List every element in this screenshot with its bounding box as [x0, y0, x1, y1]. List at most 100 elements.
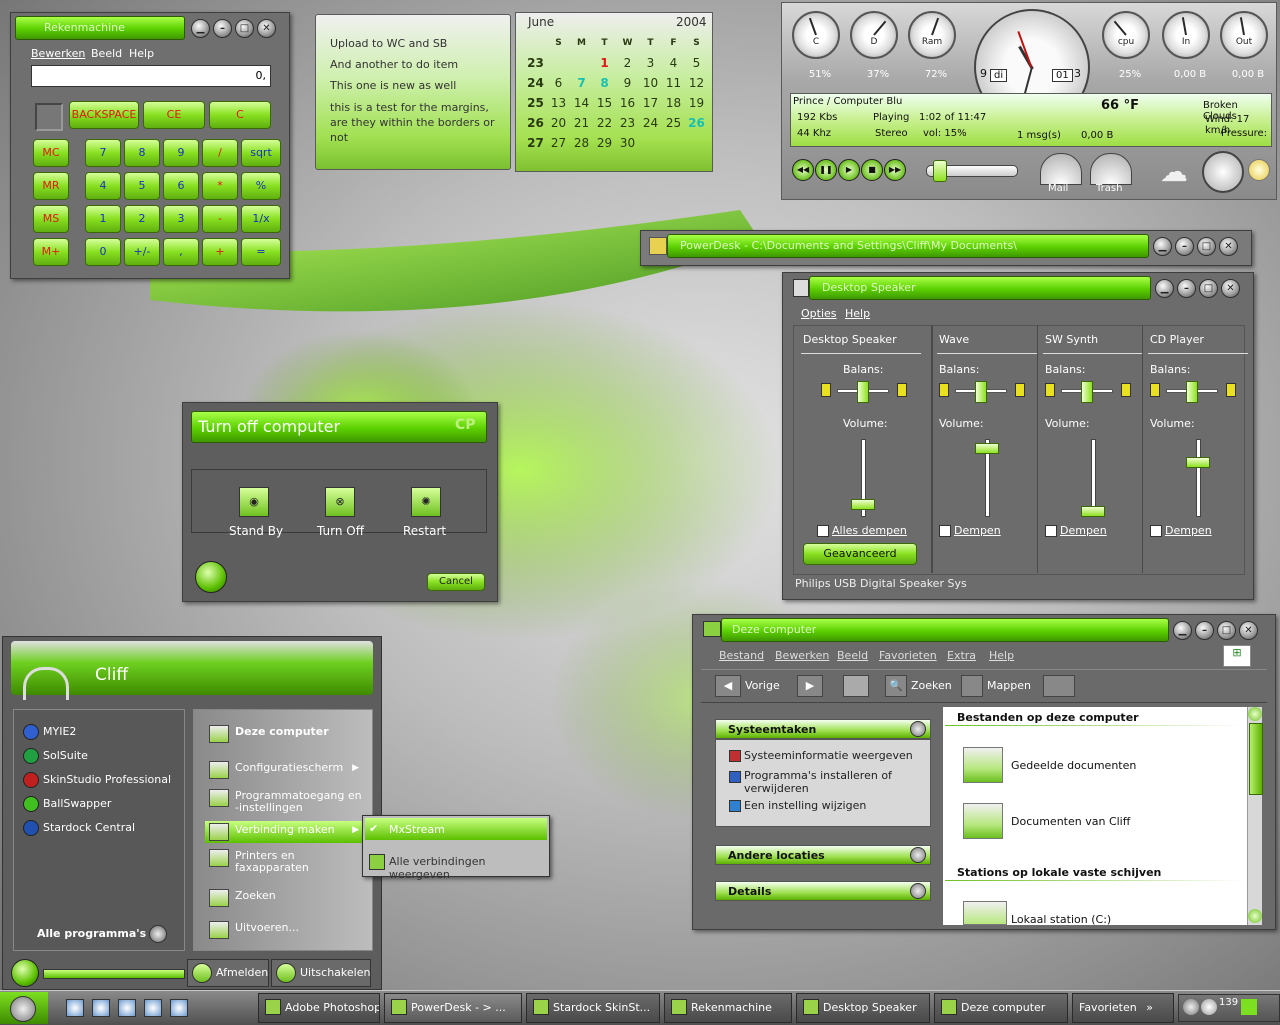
- key-button[interactable]: +: [202, 238, 238, 266]
- calendar-day[interactable]: 28: [570, 133, 593, 153]
- calendar-day[interactable]: [685, 133, 708, 153]
- turnoff-icon[interactable]: ⊗: [325, 487, 355, 517]
- menu-opties[interactable]: Opties: [801, 307, 837, 320]
- checkbox-box[interactable]: [1150, 525, 1162, 537]
- menu-favorieten[interactable]: Favorieten: [879, 649, 937, 662]
- scroll-thumb[interactable]: [1249, 723, 1263, 795]
- key-button[interactable]: 5: [124, 172, 160, 200]
- calendar-day[interactable]: 12: [685, 73, 708, 93]
- program-item[interactable]: SolSuite: [21, 747, 179, 765]
- close-icon[interactable]: ✕: [1221, 279, 1240, 298]
- details-header[interactable]: Details: [715, 881, 931, 901]
- taskbar-button[interactable]: Deze computer: [934, 993, 1068, 1023]
- calendar-day[interactable]: 5: [685, 53, 708, 73]
- calendar-day[interactable]: 14: [570, 93, 593, 113]
- key-button[interactable]: 6: [163, 172, 199, 200]
- calendar-day[interactable]: [570, 53, 593, 73]
- key-button[interactable]: 8: [124, 139, 160, 167]
- collapse-icon[interactable]: [910, 721, 926, 737]
- mail-gauge-icon[interactable]: [1040, 153, 1082, 185]
- key-button[interactable]: 0: [85, 238, 121, 266]
- place-item[interactable]: Deze computer: [205, 723, 371, 745]
- mc-button[interactable]: MC: [33, 139, 69, 167]
- expand-icon[interactable]: [910, 847, 926, 863]
- ce-button[interactable]: CE: [143, 101, 205, 129]
- close-icon[interactable]: ✕: [1239, 621, 1258, 640]
- start-button[interactable]: [0, 992, 48, 1024]
- menu-bewerken[interactable]: Bewerken: [775, 649, 829, 662]
- volume-slider-knob[interactable]: [933, 160, 947, 182]
- all-programs-arrow-icon[interactable]: [149, 925, 167, 943]
- key-button[interactable]: 1/x: [241, 205, 281, 233]
- place-item[interactable]: Uitvoeren...: [205, 919, 371, 941]
- maximize-icon[interactable]: □: [1197, 237, 1216, 256]
- mplus-button[interactable]: M+: [33, 238, 69, 266]
- scroll-down-icon[interactable]: [1248, 909, 1262, 923]
- restart-label[interactable]: Restart: [403, 524, 446, 538]
- calendar-day[interactable]: 17: [639, 93, 662, 113]
- balance-knob[interactable]: [975, 381, 987, 403]
- calendar-day[interactable]: 9: [616, 73, 639, 93]
- balance-knob[interactable]: [1186, 381, 1198, 403]
- maximize-icon[interactable]: □: [235, 19, 254, 38]
- taskbar-button[interactable]: Stardock SkinSt...: [526, 993, 660, 1023]
- checkbox-box[interactable]: [939, 525, 951, 537]
- calendar-day[interactable]: 2: [616, 53, 639, 73]
- stop-icon[interactable]: ■: [861, 159, 883, 181]
- folder-shared-docs[interactable]: Gedeelde documenten: [961, 745, 1231, 785]
- menu-extra[interactable]: Extra: [947, 649, 976, 662]
- calendar-day[interactable]: 23: [616, 113, 639, 133]
- key-button[interactable]: /: [202, 139, 238, 167]
- calendar-day[interactable]: 22: [593, 113, 616, 133]
- calendar-day[interactable]: 25: [662, 113, 685, 133]
- restart-icon[interactable]: ✺: [411, 487, 441, 517]
- window-icon[interactable]: [144, 999, 162, 1017]
- calendar-day[interactable]: 16: [616, 93, 639, 113]
- mute-checkbox[interactable]: Dempen: [939, 524, 1001, 537]
- calendar-day[interactable]: 30: [616, 133, 639, 153]
- taskbar-button[interactable]: PowerDesk - > ...: [384, 993, 522, 1023]
- place-item[interactable]: Verbinding maken ▶: [205, 821, 371, 843]
- menu-help[interactable]: Help: [989, 649, 1014, 662]
- calendar-day[interactable]: 20: [547, 113, 570, 133]
- calendar-day[interactable]: 7: [570, 73, 593, 93]
- key-button[interactable]: 3: [163, 205, 199, 233]
- calendar-day[interactable]: 8: [593, 73, 616, 93]
- backspace-button[interactable]: BACKSPACE: [69, 101, 139, 129]
- favorites-toolbar[interactable]: Favorieten »: [1072, 993, 1174, 1023]
- task-system-info[interactable]: Systeeminformatie weergeven: [729, 749, 919, 762]
- vertical-scrollbar[interactable]: [1247, 707, 1263, 925]
- key-button[interactable]: =: [241, 238, 281, 266]
- key-button[interactable]: -: [202, 205, 238, 233]
- expand-icon[interactable]: [910, 883, 926, 899]
- close-icon[interactable]: ✕: [257, 19, 276, 38]
- task-change-setting[interactable]: Een instelling wijzigen: [729, 799, 919, 812]
- place-item[interactable]: Zoeken: [205, 887, 371, 909]
- calendar-day[interactable]: 19: [685, 93, 708, 113]
- up-folder-icon[interactable]: [843, 675, 869, 697]
- logoff-button[interactable]: Afmelden: [187, 959, 269, 987]
- standby-icon[interactable]: ◉: [239, 487, 269, 517]
- taskbar-button[interactable]: Adobe Photoshop: [258, 993, 380, 1023]
- system-tasks-header[interactable]: Systeemtaken: [715, 719, 931, 739]
- key-button[interactable]: sqrt: [241, 139, 281, 167]
- drive-c[interactable]: Lokaal station (C:): [961, 899, 1231, 926]
- calendar-day[interactable]: 13: [547, 93, 570, 113]
- volume-knob[interactable]: [1186, 457, 1210, 468]
- mute-checkbox[interactable]: Alles dempen: [817, 524, 907, 537]
- taskbar-button[interactable]: Desktop Speaker: [796, 993, 930, 1023]
- taskbar-button[interactable]: Rekenmachine: [664, 993, 792, 1023]
- menu-beeld[interactable]: Beeld: [91, 47, 122, 60]
- place-item[interactable]: Printers en faxapparaten: [205, 847, 371, 875]
- views-icon[interactable]: [1043, 675, 1075, 697]
- mute-checkbox[interactable]: Dempen: [1045, 524, 1107, 537]
- key-button[interactable]: %: [241, 172, 281, 200]
- minimize-icon[interactable]: ▁: [1153, 237, 1172, 256]
- minimize-icon[interactable]: ▁: [191, 19, 210, 38]
- key-button[interactable]: +/-: [124, 238, 160, 266]
- calendar-day[interactable]: 26: [685, 113, 708, 133]
- key-button[interactable]: 9: [163, 139, 199, 167]
- menu-help[interactable]: Help: [845, 307, 870, 320]
- pause-icon[interactable]: ❚❚: [815, 159, 837, 181]
- skip-back-icon[interactable]: ◀◀: [792, 159, 814, 181]
